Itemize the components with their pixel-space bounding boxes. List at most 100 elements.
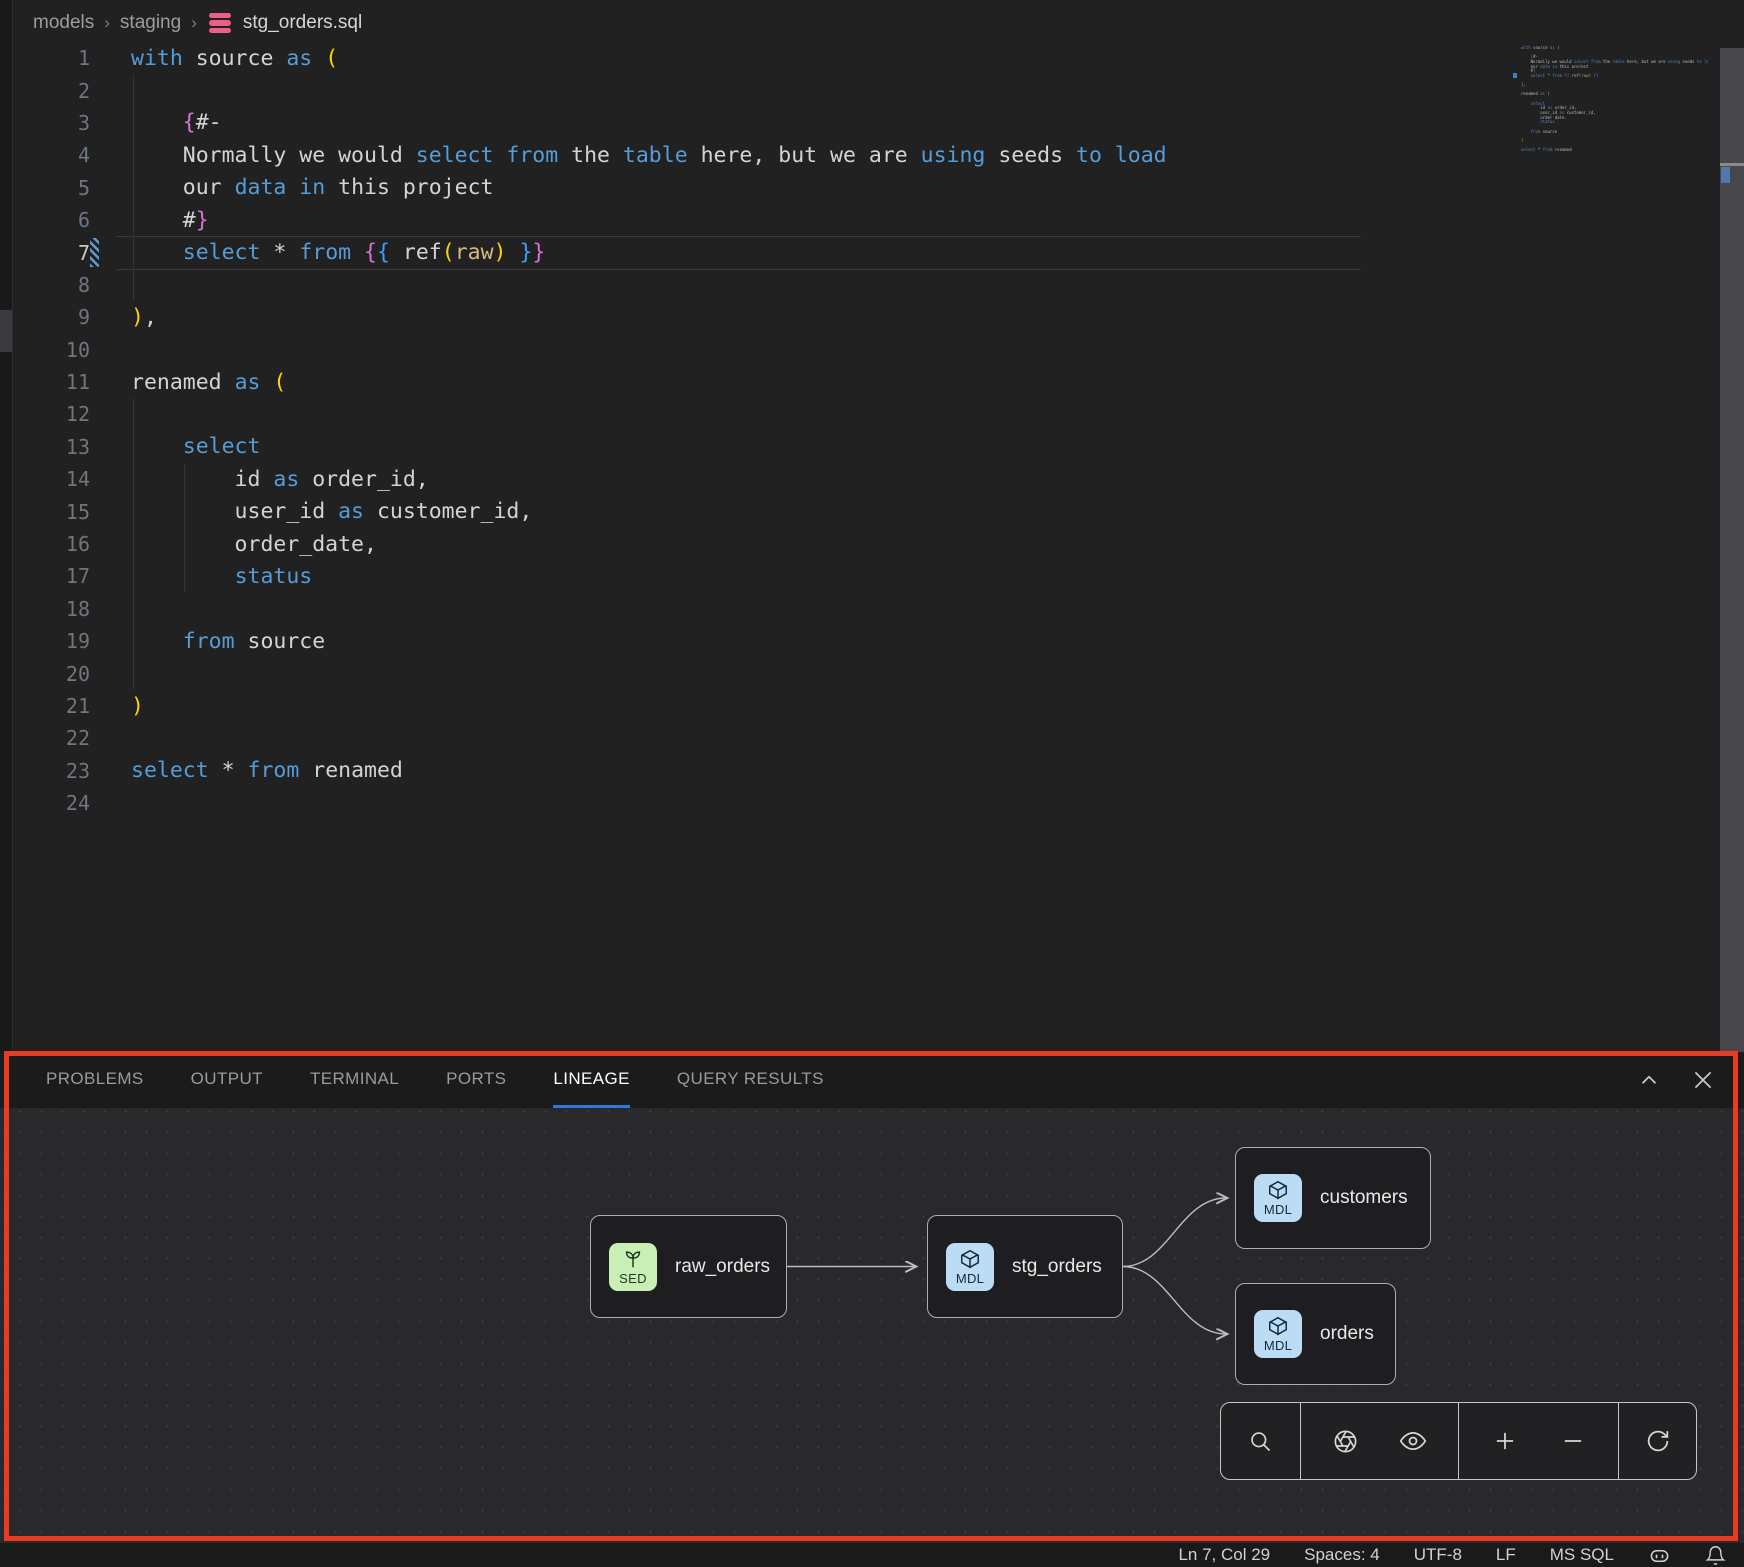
tab-query-results[interactable]: QUERY RESULTS <box>677 1052 824 1108</box>
panel-tab-bar: PROBLEMS OUTPUT TERMINAL PORTS LINEAGE QUERY … <box>0 1052 1744 1108</box>
line-number: 19 <box>13 629 90 653</box>
code-text: Normally we would select from the table … <box>90 143 1167 168</box>
breadcrumb-folder[interactable]: models <box>33 12 94 34</box>
line-number: 8 <box>13 273 90 297</box>
code-text: from source <box>90 629 325 654</box>
lineage-node-orders[interactable]: MDLorders <box>1235 1283 1396 1385</box>
code-line[interactable]: 18 <box>13 593 1713 625</box>
code-text: select * from renamed <box>90 758 403 783</box>
code-editor[interactable]: 1with source as ( 2 3 {#-4 Normally we wou… <box>13 42 1713 819</box>
code-line[interactable]: 10 <box>13 334 1713 366</box>
line-number: 6 <box>13 208 90 232</box>
code-text: user_id as customer_id, <box>90 499 532 524</box>
language-mode[interactable]: MS SQL <box>1550 1545 1614 1565</box>
search-icon[interactable] <box>1238 1403 1282 1479</box>
zoom-out-icon[interactable] <box>1551 1403 1595 1479</box>
code-line[interactable]: 5 our data in this project <box>13 172 1713 204</box>
lineage-node-customers[interactable]: MDL customers <box>1235 1147 1431 1249</box>
eol-setting[interactable]: LF <box>1496 1545 1516 1565</box>
code-line[interactable]: 7 select * from {{ ref(raw) }} <box>13 236 1713 268</box>
node-label: raw_orders <box>675 1256 770 1278</box>
scrollbar-divider <box>1720 163 1744 166</box>
breadcrumb-separator-icon: › <box>191 13 197 33</box>
tab-terminal[interactable]: TERMINAL <box>310 1052 399 1108</box>
indentation-setting[interactable]: Spaces: 4 <box>1304 1545 1380 1565</box>
code-line[interactable]: 13 select <box>13 431 1713 463</box>
line-number: 13 <box>13 435 90 459</box>
aperture-icon[interactable] <box>1324 1403 1368 1479</box>
code-line[interactable]: 6 #} <box>13 204 1713 236</box>
line-number: 20 <box>13 662 90 686</box>
code-text: id as order_id, <box>90 467 429 492</box>
panel-actions <box>1636 1052 1744 1108</box>
seed-badge: SED <box>609 1243 657 1291</box>
encoding-setting[interactable]: UTF-8 <box>1414 1545 1462 1565</box>
database-file-icon <box>209 13 231 34</box>
code-line[interactable]: 23select * from renamed <box>13 755 1713 787</box>
line-number: 14 <box>13 467 90 491</box>
code-line[interactable]: 4 Normally we would select from the tabl… <box>13 139 1713 171</box>
model-badge: MDL <box>1254 1174 1302 1222</box>
vscode-window: models › staging › stg_orders.sql 1with … <box>0 0 1744 1567</box>
eye-icon[interactable] <box>1391 1403 1435 1479</box>
sidebar-scrollbar-thumb[interactable] <box>0 310 12 352</box>
cube-icon <box>1267 1315 1289 1337</box>
node-label: customers <box>1320 1187 1408 1209</box>
copilot-icon[interactable] <box>1648 1544 1671 1567</box>
line-number: 12 <box>13 402 90 426</box>
code-text: renamed as ( <box>90 370 286 395</box>
line-number: 9 <box>13 305 90 329</box>
tab-ports[interactable]: PORTS <box>446 1052 506 1108</box>
status-bar: Ln 7, Col 29 Spaces: 4 UTF-8 LF MS SQL <box>0 1543 1744 1567</box>
code-text: #} <box>90 208 209 233</box>
minimap[interactable]: with source as ( {#- Normally we would s… <box>1513 45 1708 156</box>
line-number: 11 <box>13 370 90 394</box>
tab-output[interactable]: OUTPUT <box>191 1052 263 1108</box>
badge-label: SED <box>619 1271 647 1286</box>
code-line[interactable]: 12 <box>13 398 1713 430</box>
refresh-icon[interactable] <box>1636 1403 1680 1479</box>
line-number: 1 <box>13 46 90 70</box>
cube-icon <box>1267 1179 1289 1201</box>
code-line[interactable]: 8 <box>13 269 1713 301</box>
node-label: stg_orders <box>1012 1256 1102 1278</box>
minimap-modified-marker <box>1513 73 1517 78</box>
code-text: status <box>90 564 312 589</box>
code-line[interactable]: 21) <box>13 690 1713 722</box>
breadcrumb-separator-icon: › <box>104 13 110 33</box>
code-line[interactable]: 15 user_id as customer_id, <box>13 495 1713 527</box>
line-number: 5 <box>13 176 90 200</box>
code-line[interactable]: 17 status <box>13 560 1713 592</box>
code-line[interactable]: 11renamed as ( <box>13 366 1713 398</box>
line-number: 21 <box>13 694 90 718</box>
code-line[interactable]: 1with source as ( <box>13 42 1713 74</box>
editor-scrollbar[interactable] <box>1720 48 1744 1052</box>
code-line[interactable]: 9), <box>13 301 1713 333</box>
close-panel-icon[interactable] <box>1690 1067 1716 1093</box>
collapse-panel-icon[interactable] <box>1636 1067 1662 1093</box>
code-line[interactable]: 24 <box>13 787 1713 819</box>
breadcrumb-filename[interactable]: stg_orders.sql <box>243 12 362 34</box>
line-number: 2 <box>13 79 90 103</box>
line-number: 18 <box>13 597 90 621</box>
code-line[interactable]: 20 <box>13 657 1713 689</box>
cube-icon <box>959 1248 981 1270</box>
breadcrumb-folder[interactable]: staging <box>120 12 181 34</box>
lineage-node-stg_orders[interactable]: MDL stg_orders <box>927 1215 1123 1318</box>
cursor-position[interactable]: Ln 7, Col 29 <box>1178 1545 1270 1565</box>
code-line[interactable]: 14 id as order_id, <box>13 463 1713 495</box>
tab-lineage[interactable]: LINEAGE <box>553 1052 630 1108</box>
notifications-bell-icon[interactable] <box>1705 1545 1726 1566</box>
code-text: order_date, <box>90 532 377 557</box>
code-line[interactable]: 3 {#- <box>13 107 1713 139</box>
tab-problems[interactable]: PROBLEMS <box>46 1052 144 1108</box>
code-line[interactable]: 19 from source <box>13 625 1713 657</box>
code-line[interactable]: 16 order_date, <box>13 528 1713 560</box>
zoom-in-icon[interactable] <box>1483 1403 1527 1479</box>
lineage-node-raw_orders[interactable]: SED raw_orders <box>590 1215 787 1318</box>
model-badge: MDL <box>946 1243 994 1291</box>
model-badge: MDL <box>1254 1310 1302 1358</box>
code-line[interactable]: 22 <box>13 722 1713 754</box>
code-line[interactable]: 2 <box>13 74 1713 106</box>
lineage-canvas[interactable]: SEDraw_ordersMDLstg_ordersMDLcustomersMD… <box>0 1108 1744 1543</box>
